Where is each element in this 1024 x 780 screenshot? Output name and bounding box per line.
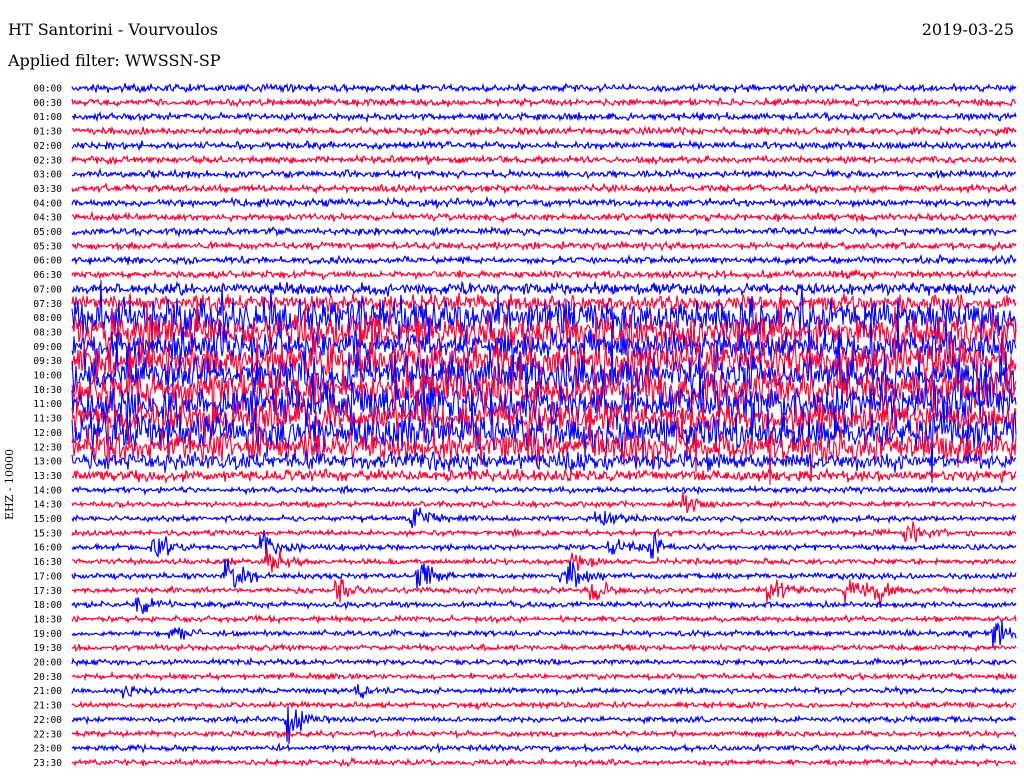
row-time-label: 05:00 (33, 227, 62, 238)
seismogram-page: HT Santorini - Vourvoulos 2019-03-25 App… (0, 0, 1024, 780)
row-time-label: 08:30 (33, 327, 62, 338)
row-time-label: 07:30 (33, 299, 62, 310)
row-time-label: 19:30 (33, 643, 62, 654)
row-time-label: 00:30 (33, 98, 62, 109)
row-time-label: 16:30 (33, 557, 62, 568)
row-time-label: 18:00 (33, 600, 62, 611)
row-time-label: 23:30 (33, 758, 62, 769)
seismic-trace-0200 (71, 139, 1017, 152)
seismic-trace-2100 (71, 684, 1017, 699)
row-time-label: 14:00 (33, 485, 62, 496)
row-time-label: 09:30 (33, 356, 62, 367)
row-time-label: 20:00 (33, 658, 62, 669)
row-time-label: 00:00 (33, 84, 62, 95)
seismic-trace-1830 (71, 613, 1017, 625)
seismic-trace-2330 (71, 756, 1017, 768)
row-time-label: 03:00 (33, 170, 62, 181)
row-time-label: 13:00 (33, 457, 62, 468)
seismic-trace-1400 (71, 484, 1017, 497)
seismic-trace-2130 (71, 699, 1017, 711)
row-time-label: 22:30 (33, 729, 62, 740)
row-time-label: 01:30 (33, 127, 62, 138)
seismic-trace-2000 (71, 656, 1017, 668)
row-time-label: 10:00 (33, 371, 62, 382)
row-time-label: 08:00 (33, 313, 62, 324)
seismic-trace-0500 (71, 224, 1017, 239)
row-time-label: 11:00 (33, 399, 62, 410)
seismic-trace-0630 (71, 267, 1017, 281)
seismic-trace-0400 (71, 195, 1017, 210)
seismic-trace-0230 (71, 153, 1017, 166)
seismic-trace-0600 (71, 253, 1017, 267)
seismic-trace-2300 (71, 741, 1017, 754)
row-time-label: 22:00 (33, 715, 62, 726)
seismic-trace-1330 (71, 467, 1017, 485)
row-time-label: 19:00 (33, 629, 62, 640)
row-time-label: 14:30 (33, 500, 62, 511)
row-time-label: 21:30 (33, 701, 62, 712)
row-time-label: 11:30 (33, 414, 62, 425)
seismic-trace-1630 (71, 547, 1017, 573)
row-time-label: 18:30 (33, 614, 62, 625)
channel-axis-label: EHZ - 10000 (3, 420, 23, 520)
seismic-trace-2030 (71, 670, 1017, 682)
row-time-label: 09:00 (33, 342, 62, 353)
seismogram-plot: 00:00 00:30 01:00 01:30 02:00 02:30 03:00 03:30… (33, 82, 1017, 769)
channel-axis-text: EHZ - 10000 (3, 449, 16, 520)
row-time-label: 06:00 (33, 256, 62, 267)
row-time-label: 15:00 (33, 514, 62, 525)
row-time-label: 06:30 (33, 270, 62, 281)
row-time-label: 13:30 (33, 471, 62, 482)
row-time-label: 03:30 (33, 184, 62, 195)
row-time-label: 02:00 (33, 141, 62, 152)
seismic-trace-1500 (71, 507, 1017, 529)
row-time-label: 12:00 (33, 428, 62, 439)
seismic-trace-0300 (71, 167, 1017, 180)
seismic-trace-0030 (71, 96, 1016, 109)
row-time-label: 16:00 (33, 543, 62, 554)
seismic-trace-0100 (71, 110, 1017, 124)
row-time-label: 15:30 (33, 528, 62, 539)
seismic-trace-1900 (71, 620, 1017, 649)
row-time-label: 10:30 (33, 385, 62, 396)
row-time-label: 20:30 (33, 672, 62, 683)
seismic-trace-0530 (71, 240, 1017, 253)
seismic-trace-2230 (71, 728, 1017, 740)
seismic-trace-0330 (71, 182, 1017, 195)
row-time-label: 05:30 (33, 241, 62, 252)
row-time-label: 17:00 (33, 571, 62, 582)
row-time-label: 04:30 (33, 213, 62, 224)
seismic-trace-0000 (71, 82, 1017, 94)
seismic-trace-1930 (71, 642, 1017, 653)
row-time-label: 02:30 (33, 155, 62, 166)
seismic-trace-1430 (71, 491, 1017, 514)
row-time-label: 01:00 (33, 112, 62, 123)
row-time-label: 07:00 (33, 284, 62, 295)
seismic-trace-1530 (71, 521, 1017, 543)
row-time-label: 17:30 (33, 586, 62, 597)
row-time-label: 21:00 (33, 686, 62, 697)
row-time-label: 12:30 (33, 442, 62, 453)
row-time-label: 23:00 (33, 744, 62, 755)
seismic-trace-0700 (71, 280, 1017, 297)
seismic-trace-2200 (71, 705, 1017, 744)
seismic-trace-0430 (71, 210, 1017, 224)
seismic-trace-0130 (72, 125, 1017, 138)
row-time-label: 04:00 (33, 198, 62, 209)
